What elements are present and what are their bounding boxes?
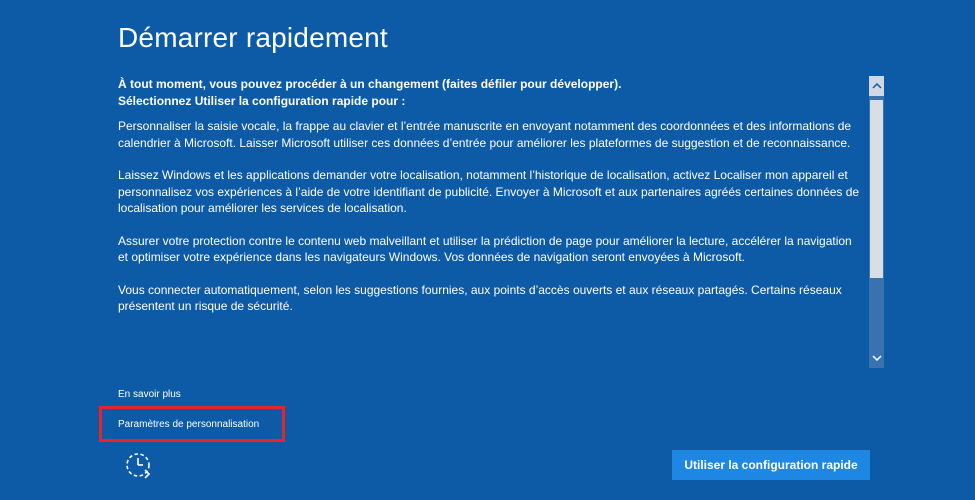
chevron-down-icon <box>871 355 882 361</box>
paragraph-speech: Personnaliser la saisie vocale, la frapp… <box>118 119 852 150</box>
scroll-down-button[interactable] <box>869 348 884 368</box>
settings-description[interactable]: À tout moment, vous pouvez procéder à un… <box>118 76 862 368</box>
ease-of-access-button[interactable] <box>124 450 154 480</box>
intro-line-1: À tout moment, vous pouvez procéder à un… <box>118 77 622 91</box>
paragraph-browser-protection: Assurer votre protection contre le conte… <box>118 233 852 265</box>
ease-of-access-icon <box>126 453 151 479</box>
express-settings-button[interactable]: Utiliser la configuration rapide <box>672 450 870 480</box>
scroll-thumb[interactable] <box>870 100 883 278</box>
scroll-up-button[interactable] <box>869 76 884 96</box>
customize-settings-link[interactable]: Paramètres de personnalisation <box>118 419 259 430</box>
paragraph-location: Laissez Windows et les applications dema… <box>118 168 860 215</box>
chevron-up-icon <box>871 83 882 89</box>
page-title: Démarrer rapidement <box>118 22 388 53</box>
vertical-scrollbar[interactable] <box>869 76 884 368</box>
learn-more-link[interactable]: En savoir plus <box>118 389 181 400</box>
intro-text: À tout moment, vous pouvez procéder à un… <box>118 76 862 110</box>
intro-line-2: Sélectionnez Utiliser la configuration r… <box>118 94 406 108</box>
paragraph-connectivity: Vous connecter automatiquement, selon le… <box>118 282 842 314</box>
